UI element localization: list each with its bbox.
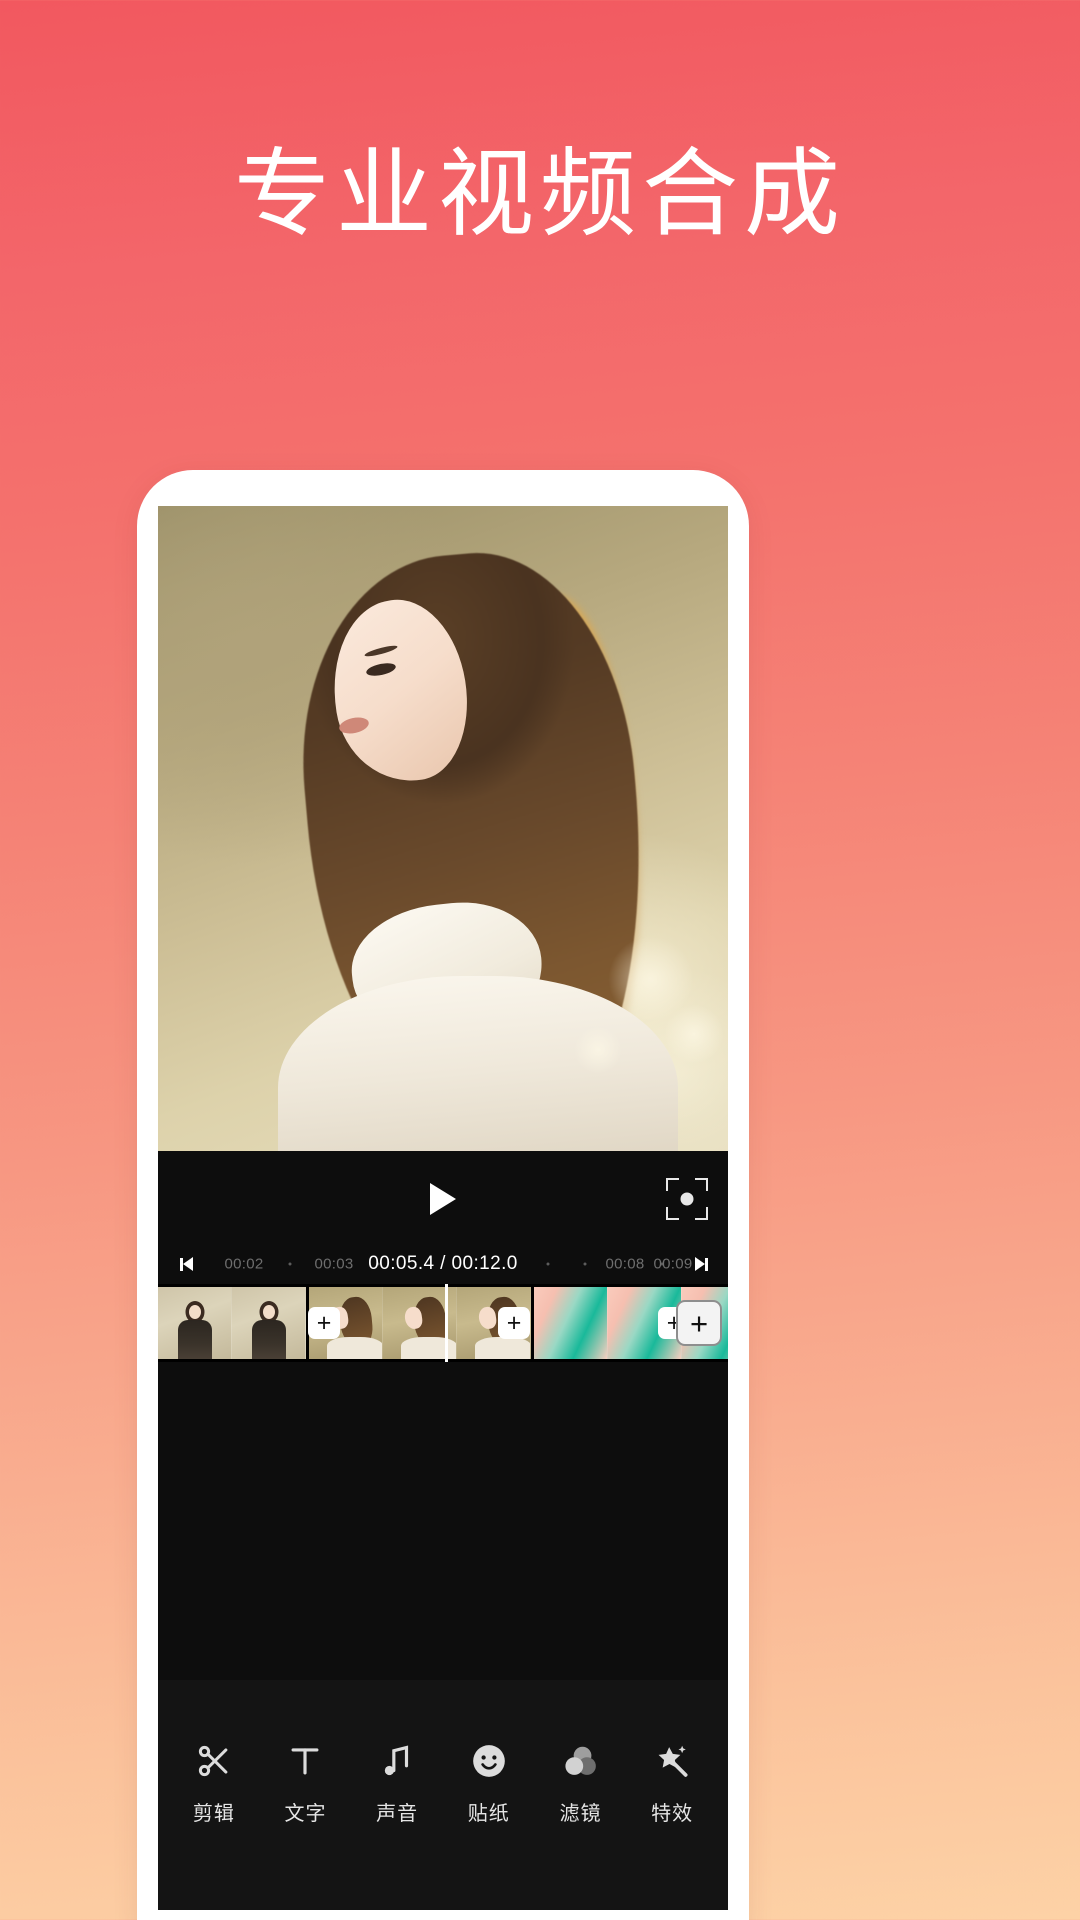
tool-label: 声音 bbox=[376, 1802, 419, 1825]
skip-start-triangle-icon bbox=[183, 1257, 193, 1271]
timeline-workspace bbox=[158, 1362, 728, 1680]
crop-icon bbox=[695, 1206, 708, 1220]
sticker-smiley-icon bbox=[467, 1739, 511, 1783]
crop-icon bbox=[695, 1177, 708, 1191]
clip-thumbnail[interactable] bbox=[158, 1287, 232, 1359]
tool-label: 特效 bbox=[651, 1802, 694, 1825]
player-controls-bar bbox=[158, 1151, 728, 1246]
effects-magic-icon bbox=[650, 1739, 694, 1783]
skip-end-bar-icon bbox=[705, 1257, 708, 1271]
current-time-label: 00:05.4 / 00:12.0 bbox=[368, 1253, 518, 1274]
scissors-icon bbox=[192, 1739, 236, 1783]
ruler-tick-label: 00:03 bbox=[314, 1255, 354, 1273]
clip-thumbnail[interactable] bbox=[232, 1287, 306, 1359]
thumb-figure-coat bbox=[400, 1337, 456, 1359]
thumb-figure-body bbox=[177, 1320, 212, 1359]
timeline-track[interactable]: + + + + bbox=[158, 1284, 728, 1362]
ruler-tick-label: 00:08 bbox=[605, 1255, 645, 1273]
tool-label: 剪辑 bbox=[192, 1802, 235, 1825]
crop-center-dot-icon bbox=[680, 1192, 694, 1205]
crop-icon bbox=[666, 1206, 679, 1220]
app-screen: 00:02 00:03 00:05.4 / 00:12.0 00:08 00:0… bbox=[158, 506, 728, 1910]
tool-label: 文字 bbox=[284, 1802, 327, 1825]
play-button[interactable] bbox=[420, 1176, 466, 1222]
play-icon bbox=[430, 1182, 456, 1215]
clip-list bbox=[158, 1287, 728, 1359]
playhead[interactable] bbox=[445, 1284, 448, 1362]
timeline-ruler[interactable]: 00:02 00:03 00:05.4 / 00:12.0 00:08 00:0… bbox=[158, 1246, 728, 1282]
phone-mockup: 00:02 00:03 00:05.4 / 00:12.0 00:08 00:0… bbox=[137, 470, 749, 1920]
thumb-figure-coat bbox=[474, 1337, 530, 1359]
tool-item-edit[interactable]: 剪辑 bbox=[173, 1739, 255, 1826]
text-t-icon bbox=[283, 1739, 327, 1783]
preview-bokeh-3 bbox=[574, 1026, 622, 1074]
tool-item-effects[interactable]: 特效 bbox=[631, 1739, 713, 1826]
tool-item-sticker[interactable]: 贴纸 bbox=[448, 1739, 530, 1826]
preview-bokeh-2 bbox=[664, 1004, 724, 1064]
clip-thumbnail[interactable] bbox=[534, 1287, 608, 1359]
tool-item-filter[interactable]: 滤镜 bbox=[539, 1739, 621, 1826]
skip-end-triangle-icon bbox=[695, 1257, 705, 1271]
add-transition-button[interactable]: + bbox=[308, 1307, 340, 1339]
thumb-figure-face bbox=[188, 1305, 201, 1319]
add-transition-button[interactable]: + bbox=[498, 1307, 530, 1339]
thumb-figure-body bbox=[251, 1320, 286, 1359]
page-title: 专业视频合成 bbox=[234, 141, 846, 248]
crop-button[interactable] bbox=[666, 1177, 708, 1220]
skip-to-start-button[interactable] bbox=[180, 1257, 193, 1271]
video-preview[interactable] bbox=[158, 506, 728, 1151]
crop-icon bbox=[666, 1177, 679, 1191]
thumb-figure-coat bbox=[326, 1337, 382, 1359]
thumb-figure-face bbox=[262, 1305, 275, 1319]
add-clip-button[interactable]: + bbox=[676, 1300, 722, 1346]
tool-item-text[interactable]: 文字 bbox=[264, 1739, 346, 1826]
ruler-tick-dot bbox=[288, 1262, 292, 1266]
tool-label: 贴纸 bbox=[467, 1802, 510, 1825]
bottom-toolbar: 剪辑 文字 声音 贴纸 滤镜 特效 bbox=[158, 1680, 728, 1910]
ruler-tick-label: 00:02 bbox=[224, 1255, 264, 1273]
tool-label: 滤镜 bbox=[559, 1802, 602, 1825]
skip-to-end-button[interactable] bbox=[695, 1257, 708, 1271]
ruler-tick-dot bbox=[583, 1262, 587, 1266]
ruler-tick-label: 00:09 bbox=[653, 1255, 693, 1273]
tool-item-audio[interactable]: 声音 bbox=[356, 1739, 438, 1826]
ruler-tick-dot bbox=[546, 1262, 550, 1266]
music-note-icon bbox=[375, 1739, 419, 1783]
filter-circles-icon bbox=[558, 1739, 602, 1783]
